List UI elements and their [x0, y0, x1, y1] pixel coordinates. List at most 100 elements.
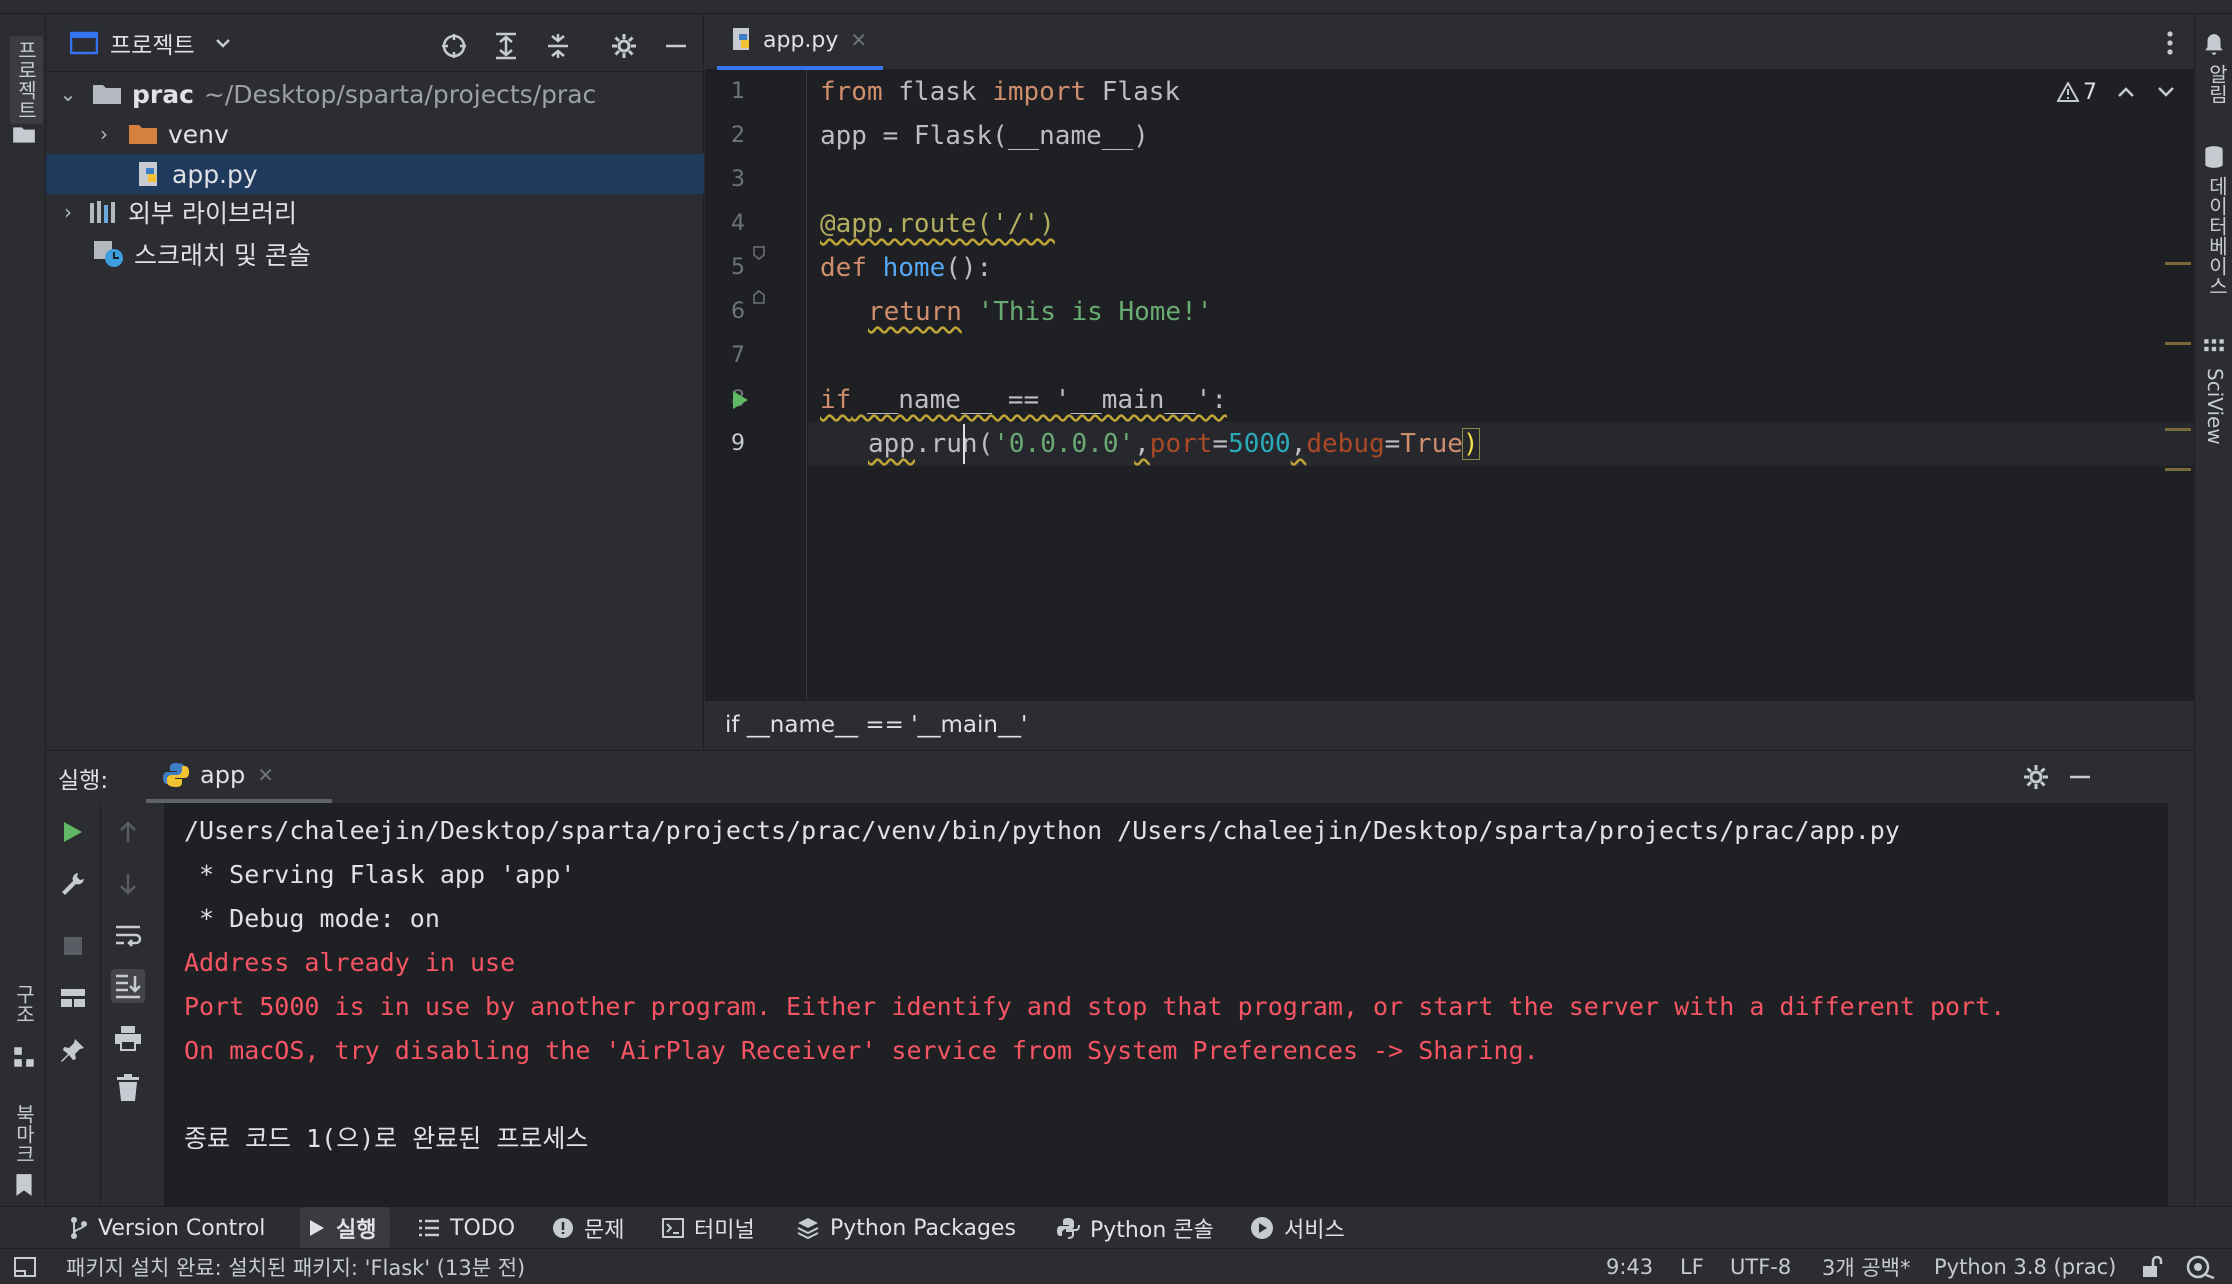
tree-row-app-py[interactable]: app.py [46, 154, 704, 194]
minimize-icon[interactable] [658, 28, 694, 64]
layout-icon[interactable] [56, 981, 90, 1015]
status-bar: 패키지 설치 완료: 설치된 패키지: 'Flask' (13분 전) 9:43… [0, 1248, 2232, 1284]
tool-window-label: Version Control [98, 1215, 266, 1241]
scratch-icon [94, 241, 123, 267]
problems-icon [553, 1218, 573, 1238]
status-interpreter[interactable]: Python 3.8 (prac) [1934, 1249, 2116, 1284]
chevron-up-icon[interactable] [2117, 85, 2135, 99]
status-indent[interactable]: 3개 공백* [1822, 1249, 1911, 1284]
tool-window-run[interactable]: 실행 [300, 1207, 391, 1249]
list-icon [419, 1219, 439, 1237]
inspection-widget[interactable]: 7 [2057, 70, 2175, 114]
library-icon [90, 201, 115, 223]
bell-icon[interactable] [2201, 32, 2227, 58]
code-line-4: @app.route('/') [820, 209, 1055, 239]
soft-wrap-icon[interactable] [111, 919, 145, 953]
chevron-down-icon[interactable] [2157, 85, 2175, 99]
expand-all-icon[interactable] [488, 28, 524, 64]
python-console-icon [1057, 1218, 1080, 1239]
trash-icon[interactable] [111, 1071, 145, 1105]
close-icon[interactable]: ✕ [850, 28, 867, 52]
chevron-right-icon[interactable]: › [92, 122, 116, 146]
inspector-icon[interactable] [2186, 1255, 2216, 1279]
breadcrumb-item[interactable]: if __name__ == '__main__' [725, 712, 1027, 738]
status-caret-position[interactable]: 9:43 [1606, 1249, 1653, 1284]
console-line: * Serving Flask app 'app' [184, 860, 576, 889]
code-area[interactable]: from flask import Flask app = Flask(__na… [705, 70, 2194, 700]
scrollbar-warning-marker[interactable] [2165, 262, 2191, 265]
locate-icon[interactable] [436, 28, 472, 64]
rail-sciview-tab[interactable]: SciView [2203, 368, 2227, 445]
scrollbar-warning-marker[interactable] [2165, 342, 2191, 345]
editor-tab-bar: app.py ✕ [705, 14, 2194, 70]
wrench-icon[interactable] [56, 867, 90, 901]
arrow-down-icon[interactable] [111, 867, 145, 901]
python-file-icon [139, 162, 157, 186]
tool-window-label: 터미널 [694, 1218, 755, 1243]
collapse-all-icon[interactable] [540, 28, 576, 64]
project-window-icon [70, 31, 98, 54]
run-panel: 실행: app ✕ /Users/chaleejin/Desktop/spart… [46, 750, 2194, 1207]
scrollbar-warning-marker[interactable] [2165, 468, 2191, 471]
run-icon [310, 1220, 324, 1236]
close-icon[interactable]: ✕ [257, 763, 274, 787]
minimize-icon[interactable] [2068, 765, 2092, 789]
console-output[interactable]: /Users/chaleejin/Desktop/sparta/projects… [164, 803, 2168, 1207]
text-cursor [963, 424, 965, 464]
pin-icon[interactable] [56, 1033, 90, 1067]
console-scrollbar[interactable] [2168, 803, 2194, 1207]
left-tool-rail: 프로젝트 구조 북마크 [0, 14, 46, 1206]
tool-window-python-packages[interactable]: Python Packages [796, 1207, 1016, 1249]
status-encoding[interactable]: UTF-8 [1730, 1249, 1791, 1284]
print-icon[interactable] [111, 1021, 145, 1055]
more-options-icon[interactable] [2163, 30, 2177, 56]
gear-icon[interactable] [606, 28, 642, 64]
scroll-to-end-icon[interactable] [111, 969, 145, 1003]
tool-window-problems[interactable]: 문제 [552, 1207, 624, 1249]
python-file-icon [733, 28, 749, 50]
code-editor: app.py ✕ 1 2 3 4 5 6 7 8 9 from flask im… [705, 14, 2194, 749]
tool-window-python-console[interactable]: Python 콘솔 [1056, 1207, 1214, 1249]
code-line-2: app = Flask(__name__) [820, 121, 1149, 151]
gear-icon[interactable] [2022, 763, 2050, 791]
tree-row-external-libraries[interactable]: › 외부 라이브러리 [46, 192, 704, 232]
tool-window-terminal[interactable]: 터미널 [662, 1207, 755, 1249]
toggle-tool-windows-icon[interactable] [14, 1257, 36, 1277]
tool-window-label: Python 콘솔 [1090, 1218, 1214, 1243]
tool-window-services[interactable]: 서비스 [1250, 1207, 1345, 1249]
run-toolbar-secondary [100, 803, 154, 1207]
database-icon [2205, 146, 2223, 168]
status-line-separator[interactable]: LF [1680, 1249, 1704, 1284]
project-panel-title: 프로젝트 [110, 32, 195, 59]
arrow-up-icon[interactable] [111, 815, 145, 849]
tool-window-version-control[interactable]: Version Control [70, 1207, 265, 1249]
lock-open-icon[interactable] [2140, 1255, 2164, 1279]
run-tab-app[interactable]: app ✕ [146, 751, 332, 803]
rerun-button[interactable] [56, 815, 90, 849]
rail-structure-tab[interactable]: 구조 [10, 984, 39, 1024]
tree-label-scratches: 스크래치 및 콘솔 [134, 241, 311, 270]
tool-window-todo[interactable]: TODO [418, 1207, 515, 1249]
chevron-down-icon[interactable]: ⌄ [56, 82, 80, 106]
tool-window-label: Python Packages [830, 1215, 1016, 1241]
rail-notifications-tab[interactable]: 알림 [2203, 64, 2232, 104]
status-message[interactable]: 패키지 설치 완료: 설치된 패키지: 'Flask' (13분 전) [66, 1249, 525, 1284]
tree-path-prac: ~/Desktop/sparta/projects/prac [203, 79, 597, 109]
rail-project-tab[interactable]: 프로젝트 [10, 36, 43, 124]
tool-window-label: 서비스 [1284, 1218, 1345, 1243]
run-panel-header: 실행: app ✕ [46, 751, 2194, 803]
tree-row-venv[interactable]: › venv [46, 114, 704, 154]
sciview-icon [2204, 339, 2224, 352]
chevron-down-icon[interactable] [213, 33, 233, 53]
rail-bookmarks-tab[interactable]: 북마크 [10, 1104, 39, 1164]
chevron-right-icon[interactable]: › [56, 200, 80, 224]
console-error-line: Address already in use [184, 948, 516, 977]
run-toolbar-primary [46, 803, 100, 1207]
stop-button[interactable] [56, 929, 90, 963]
tree-row-scratches[interactable]: 스크래치 및 콘솔 [46, 234, 704, 274]
scrollbar-warning-marker[interactable] [2165, 428, 2191, 431]
folder-icon [93, 85, 121, 104]
rail-database-tab[interactable]: 데이터베이스 [2203, 176, 2232, 296]
tab-app-py[interactable]: app.py ✕ [717, 14, 883, 70]
tree-row-prac[interactable]: ⌄ prac ~/Desktop/sparta/projects/prac [46, 74, 704, 114]
